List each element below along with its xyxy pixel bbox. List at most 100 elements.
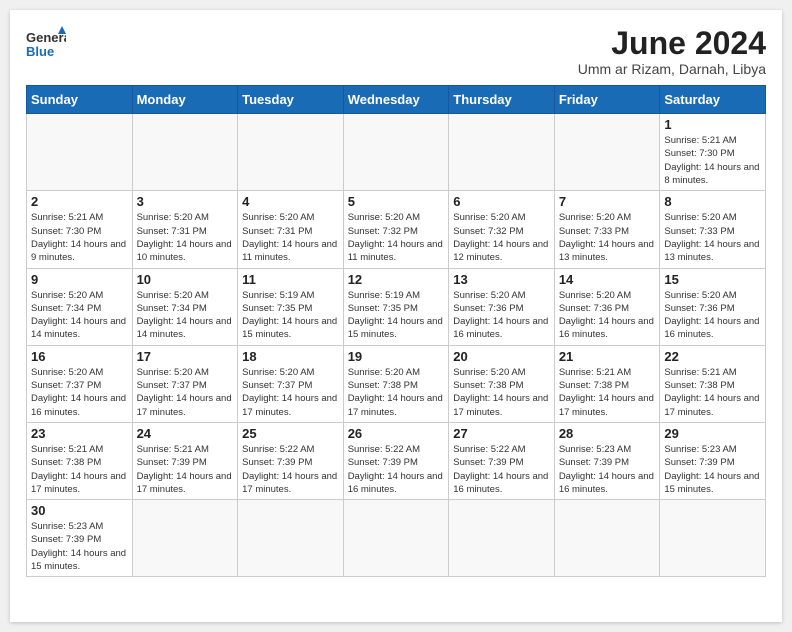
- weekday-header-monday: Monday: [132, 86, 238, 114]
- day-number: 28: [559, 426, 656, 441]
- day-info: Sunrise: 5:21 AMSunset: 7:30 PMDaylight:…: [31, 211, 128, 264]
- day-cell: 6Sunrise: 5:20 AMSunset: 7:32 PMDaylight…: [449, 191, 555, 268]
- day-info: Sunrise: 5:20 AMSunset: 7:36 PMDaylight:…: [559, 289, 656, 342]
- day-cell: [343, 500, 449, 577]
- day-info: Sunrise: 5:20 AMSunset: 7:37 PMDaylight:…: [137, 366, 234, 419]
- day-number: 1: [664, 117, 761, 132]
- day-cell: 8Sunrise: 5:20 AMSunset: 7:33 PMDaylight…: [660, 191, 766, 268]
- day-number: 26: [348, 426, 445, 441]
- day-number: 15: [664, 272, 761, 287]
- day-number: 9: [31, 272, 128, 287]
- weekday-header-saturday: Saturday: [660, 86, 766, 114]
- day-number: 29: [664, 426, 761, 441]
- day-cell: 16 Sunrise: 5:20 AMSunset: 7:37 PMDayligh…: [27, 345, 133, 422]
- day-cell: 5Sunrise: 5:20 AMSunset: 7:32 PMDaylight…: [343, 191, 449, 268]
- logo-icon: General Blue: [26, 26, 66, 62]
- day-info: Sunrise: 5:20 AMSunset: 7:32 PMDaylight:…: [348, 211, 445, 264]
- day-info: Sunrise: 5:20 AMSunset: 7:31 PMDaylight:…: [242, 211, 339, 264]
- day-cell: 18 Sunrise: 5:20 AMSunset: 7:37 PMDayligh…: [238, 345, 344, 422]
- day-number: 19: [348, 349, 445, 364]
- week-row-4: 16 Sunrise: 5:20 AMSunset: 7:37 PMDayligh…: [27, 345, 766, 422]
- day-number: 27: [453, 426, 550, 441]
- month-title: June 2024: [578, 26, 766, 61]
- calendar-container: General Blue June 2024 Umm ar Rizam, Dar…: [10, 10, 782, 622]
- day-cell: 29 Sunrise: 5:23 AMSunset: 7:39 PMDayligh…: [660, 422, 766, 499]
- day-number: 14: [559, 272, 656, 287]
- day-cell: 11 Sunrise: 5:19 AMSunset: 7:35 PMDayligh…: [238, 268, 344, 345]
- week-row-3: 9 Sunrise: 5:20 AMSunset: 7:34 PMDaylight…: [27, 268, 766, 345]
- day-cell: 30Sunrise: 5:23 AMSunset: 7:39 PMDayligh…: [27, 500, 133, 577]
- logo-area: General Blue: [26, 26, 66, 62]
- day-info: Sunrise: 5:20 AMSunset: 7:34 PMDaylight:…: [137, 289, 234, 342]
- day-cell: [554, 114, 660, 191]
- day-number: 16: [31, 349, 128, 364]
- day-number: 21: [559, 349, 656, 364]
- day-info: Sunrise: 5:20 AMSunset: 7:33 PMDaylight:…: [664, 211, 761, 264]
- day-info: Sunrise: 5:20 AMSunset: 7:36 PMDaylight:…: [453, 289, 550, 342]
- day-cell: 9 Sunrise: 5:20 AMSunset: 7:34 PMDaylight…: [27, 268, 133, 345]
- day-number: 13: [453, 272, 550, 287]
- week-row-5: 23Sunrise: 5:21 AMSunset: 7:38 PMDayligh…: [27, 422, 766, 499]
- day-info: Sunrise: 5:19 AMSunset: 7:35 PMDaylight:…: [242, 289, 339, 342]
- day-number: 17: [137, 349, 234, 364]
- day-info: Sunrise: 5:20 AMSunset: 7:33 PMDaylight:…: [559, 211, 656, 264]
- day-info: Sunrise: 5:22 AMSunset: 7:39 PMDaylight:…: [242, 443, 339, 496]
- day-info: Sunrise: 5:21 AMSunset: 7:38 PMDaylight:…: [31, 443, 128, 496]
- day-cell: [449, 114, 555, 191]
- svg-text:Blue: Blue: [26, 44, 54, 59]
- day-info: Sunrise: 5:20 AMSunset: 7:31 PMDaylight:…: [137, 211, 234, 264]
- day-cell: [238, 114, 344, 191]
- day-info: Sunrise: 5:22 AMSunset: 7:39 PMDaylight:…: [453, 443, 550, 496]
- location-subtitle: Umm ar Rizam, Darnah, Libya: [578, 61, 766, 77]
- day-number: 18: [242, 349, 339, 364]
- day-info: Sunrise: 5:21 AMSunset: 7:39 PMDaylight:…: [137, 443, 234, 496]
- day-cell: 13 Sunrise: 5:20 AMSunset: 7:36 PMDayligh…: [449, 268, 555, 345]
- day-cell: 28 Sunrise: 5:23 AMSunset: 7:39 PMDayligh…: [554, 422, 660, 499]
- day-number: 6: [453, 194, 550, 209]
- day-cell: 27 Sunrise: 5:22 AMSunset: 7:39 PMDayligh…: [449, 422, 555, 499]
- day-info: Sunrise: 5:23 AMSunset: 7:39 PMDaylight:…: [664, 443, 761, 496]
- day-cell: 23Sunrise: 5:21 AMSunset: 7:38 PMDayligh…: [27, 422, 133, 499]
- day-number: 25: [242, 426, 339, 441]
- day-cell: 25 Sunrise: 5:22 AMSunset: 7:39 PMDayligh…: [238, 422, 344, 499]
- day-number: 11: [242, 272, 339, 287]
- day-cell: [554, 500, 660, 577]
- weekday-header-row: SundayMondayTuesdayWednesdayThursdayFrid…: [27, 86, 766, 114]
- day-info: Sunrise: 5:20 AMSunset: 7:37 PMDaylight:…: [242, 366, 339, 419]
- weekday-header-thursday: Thursday: [449, 86, 555, 114]
- day-cell: 2 Sunrise: 5:21 AMSunset: 7:30 PMDaylight…: [27, 191, 133, 268]
- day-number: 7: [559, 194, 656, 209]
- day-cell: 15Sunrise: 5:20 AMSunset: 7:36 PMDayligh…: [660, 268, 766, 345]
- week-row-1: 1 Sunrise: 5:21 AMSunset: 7:30 PMDaylight…: [27, 114, 766, 191]
- day-info: Sunrise: 5:20 AMSunset: 7:34 PMDaylight:…: [31, 289, 128, 342]
- day-cell: 7 Sunrise: 5:20 AMSunset: 7:33 PMDaylight…: [554, 191, 660, 268]
- day-cell: 17 Sunrise: 5:20 AMSunset: 7:37 PMDayligh…: [132, 345, 238, 422]
- title-area: June 2024 Umm ar Rizam, Darnah, Libya: [578, 26, 766, 77]
- day-cell: 19Sunrise: 5:20 AMSunset: 7:38 PMDayligh…: [343, 345, 449, 422]
- week-row-2: 2 Sunrise: 5:21 AMSunset: 7:30 PMDaylight…: [27, 191, 766, 268]
- weekday-header-wednesday: Wednesday: [343, 86, 449, 114]
- day-info: Sunrise: 5:21 AMSunset: 7:30 PMDaylight:…: [664, 134, 761, 187]
- day-cell: [660, 500, 766, 577]
- day-cell: 1 Sunrise: 5:21 AMSunset: 7:30 PMDaylight…: [660, 114, 766, 191]
- day-number: 30: [31, 503, 128, 518]
- weekday-header-tuesday: Tuesday: [238, 86, 344, 114]
- day-cell: 24 Sunrise: 5:21 AMSunset: 7:39 PMDayligh…: [132, 422, 238, 499]
- day-number: 24: [137, 426, 234, 441]
- day-info: Sunrise: 5:23 AMSunset: 7:39 PMDaylight:…: [559, 443, 656, 496]
- day-cell: 3 Sunrise: 5:20 AMSunset: 7:31 PMDaylight…: [132, 191, 238, 268]
- day-number: 3: [137, 194, 234, 209]
- day-cell: 20Sunrise: 5:20 AMSunset: 7:38 PMDayligh…: [449, 345, 555, 422]
- day-cell: 14 Sunrise: 5:20 AMSunset: 7:36 PMDayligh…: [554, 268, 660, 345]
- day-info: Sunrise: 5:21 AMSunset: 7:38 PMDaylight:…: [664, 366, 761, 419]
- weekday-header-sunday: Sunday: [27, 86, 133, 114]
- day-cell: 26Sunrise: 5:22 AMSunset: 7:39 PMDayligh…: [343, 422, 449, 499]
- day-cell: 4Sunrise: 5:20 AMSunset: 7:31 PMDaylight…: [238, 191, 344, 268]
- day-cell: [238, 500, 344, 577]
- day-cell: 10Sunrise: 5:20 AMSunset: 7:34 PMDayligh…: [132, 268, 238, 345]
- day-info: Sunrise: 5:20 AMSunset: 7:37 PMDaylight:…: [31, 366, 128, 419]
- calendar-grid: SundayMondayTuesdayWednesdayThursdayFrid…: [26, 85, 766, 577]
- day-number: 12: [348, 272, 445, 287]
- day-cell: [132, 500, 238, 577]
- day-number: 2: [31, 194, 128, 209]
